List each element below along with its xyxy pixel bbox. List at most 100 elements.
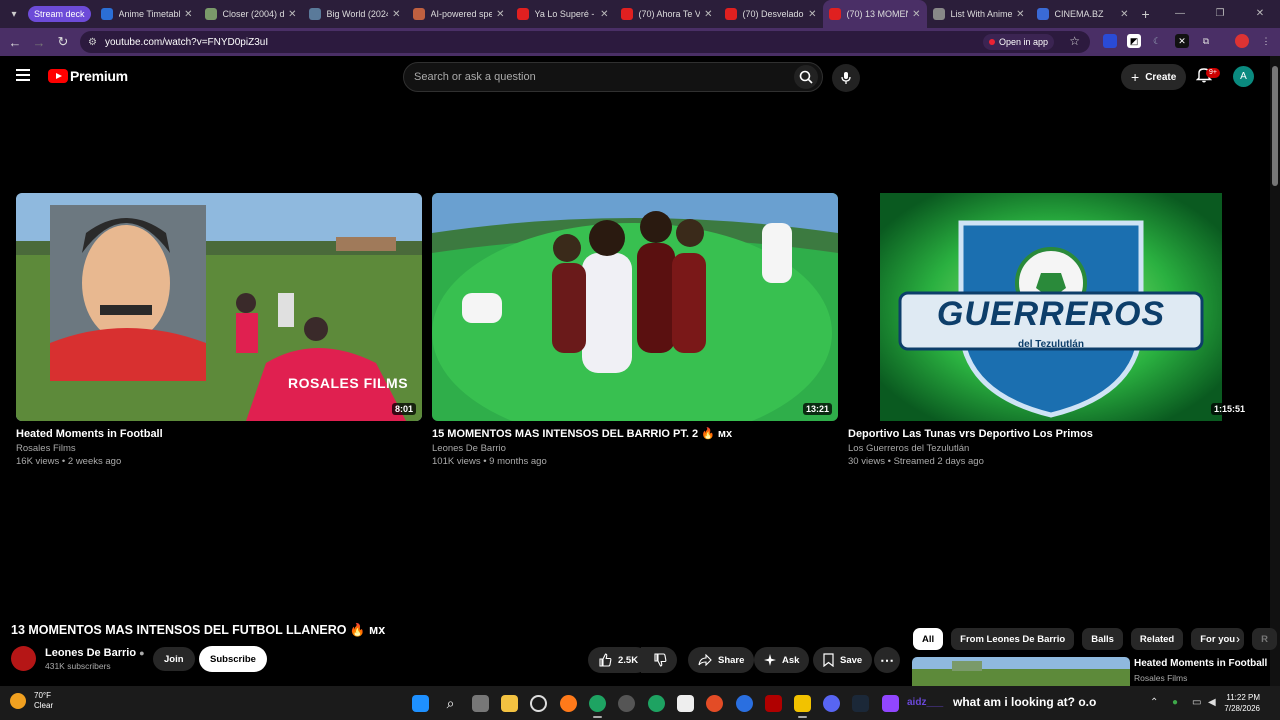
file-explorer-icon[interactable] bbox=[501, 695, 518, 712]
video-thumbnail[interactable]: ROSALES FILMS 8:01 bbox=[16, 193, 422, 421]
channel-avatar[interactable] bbox=[11, 646, 36, 671]
browser-tab[interactable]: (70) Ahora Te Va ✕ bbox=[615, 0, 719, 28]
save-button[interactable]: Save bbox=[813, 647, 873, 673]
settings-gear-icon[interactable] bbox=[530, 695, 547, 712]
browser-tab[interactable]: CINEMA.BZ ✕ bbox=[1031, 0, 1135, 28]
extension-icon-2[interactable]: ◩ bbox=[1127, 34, 1141, 48]
browser-tab[interactable]: Ya Lo Superé - A ✕ bbox=[511, 0, 615, 28]
page-scrollbar[interactable] bbox=[1270, 56, 1280, 686]
filter-chip[interactable]: Related bbox=[1130, 628, 1184, 650]
more-actions-icon[interactable]: ⋯ bbox=[874, 647, 900, 673]
chevron-right-icon[interactable]: › bbox=[1236, 632, 1240, 646]
extension-moon-icon[interactable]: ☾ bbox=[1150, 34, 1164, 48]
subscribe-button[interactable]: Subscribe bbox=[199, 646, 267, 672]
dislike-button[interactable] bbox=[641, 647, 677, 673]
site-info-icon[interactable]: ⚙ bbox=[88, 37, 97, 48]
adobe-icon[interactable] bbox=[765, 695, 782, 712]
search-taskbar-icon[interactable]: ⌕ bbox=[442, 695, 459, 712]
browser-tab[interactable]: Big World (2024 ✕ bbox=[303, 0, 407, 28]
browser-menu-icon[interactable]: ⋮ bbox=[1259, 34, 1273, 48]
account-avatar[interactable]: A bbox=[1233, 66, 1254, 87]
weather-widget[interactable]: 70°F Clear bbox=[10, 691, 53, 711]
video-channel[interactable]: Los Guerreros del Tezulutlán bbox=[848, 443, 1254, 454]
maximize-button[interactable]: ❐ bbox=[1200, 0, 1240, 28]
chrome-alt-icon[interactable] bbox=[648, 695, 665, 712]
search-icon[interactable] bbox=[794, 65, 818, 89]
minimize-button[interactable]: — bbox=[1160, 0, 1200, 28]
chrome-icon[interactable] bbox=[589, 695, 606, 718]
video-title[interactable]: Deportivo Las Tunas vrs Deportivo Los Pr… bbox=[848, 427, 1254, 441]
tab-close-icon[interactable]: ✕ bbox=[496, 9, 504, 20]
join-button[interactable]: Join bbox=[153, 647, 195, 671]
video-channel[interactable]: Rosales Films bbox=[16, 443, 422, 454]
discord-icon[interactable] bbox=[823, 695, 840, 712]
tab-close-icon[interactable]: ✕ bbox=[392, 9, 400, 20]
tab-close-icon[interactable]: ✕ bbox=[704, 9, 712, 20]
twitch-icon[interactable] bbox=[882, 695, 899, 712]
profile-icon[interactable] bbox=[1235, 34, 1249, 48]
task-view-icon[interactable] bbox=[472, 695, 489, 712]
taskbar-clock[interactable]: 11:22 PM 7/28/2026 bbox=[1224, 692, 1260, 714]
microphone-icon[interactable] bbox=[832, 64, 860, 92]
bookmark-star-icon[interactable]: ☆ bbox=[1069, 34, 1080, 48]
voice-app-icon[interactable] bbox=[736, 695, 753, 712]
extension-icon-1[interactable] bbox=[1103, 34, 1117, 48]
browser-tab[interactable]: List With Anime ✕ bbox=[927, 0, 1031, 28]
tab-close-icon[interactable]: ✕ bbox=[600, 9, 608, 20]
video-thumbnail[interactable]: 13:21 bbox=[432, 193, 838, 421]
browser-tab[interactable]: Anime Timetable ✕ bbox=[95, 0, 199, 28]
browser-tab[interactable]: (70) Desvelado ✕ bbox=[719, 0, 823, 28]
tab-close-icon[interactable]: ✕ bbox=[1120, 9, 1128, 20]
address-bar[interactable]: ⚙ youtube.com/watch?v=FNYD0piZ3uI Open i… bbox=[80, 31, 1090, 53]
tab-search-button[interactable]: ▾ bbox=[0, 0, 28, 28]
notepad-icon[interactable] bbox=[677, 695, 694, 712]
related-video-channel[interactable]: Rosales Films bbox=[1134, 673, 1187, 683]
tab-close-icon[interactable]: ✕ bbox=[1016, 9, 1024, 20]
video-card[interactable]: ROSALES FILMS 8:01 Heated Moments in Foo… bbox=[16, 193, 422, 467]
filter-chip[interactable]: From Leones De Barrio bbox=[951, 628, 1075, 650]
related-video-thumbnail[interactable] bbox=[912, 657, 1130, 687]
browser-tab[interactable]: (70) 13 MOMEN ✕ bbox=[822, 0, 927, 28]
filter-chip[interactable]: R bbox=[1252, 628, 1277, 650]
tab-close-icon[interactable]: ✕ bbox=[288, 9, 296, 20]
steam-icon[interactable] bbox=[852, 695, 869, 712]
windows-start-icon[interactable] bbox=[412, 695, 429, 712]
video-card[interactable]: 13:21 15 MOMENTOS MAS INTENSOS DEL BARRI… bbox=[432, 193, 838, 467]
channel-name[interactable]: Leones De Barrio ● bbox=[45, 647, 145, 659]
browser-tab[interactable]: Closer (2004) d ✕ bbox=[199, 0, 303, 28]
share-button[interactable]: Share bbox=[688, 647, 755, 673]
search-input[interactable]: Search or ask a question bbox=[403, 62, 823, 92]
sticky-notes-icon[interactable] bbox=[794, 695, 811, 718]
tray-volume-icon[interactable]: ◀ bbox=[1208, 697, 1216, 708]
google-icon[interactable] bbox=[706, 695, 723, 712]
youtube-logo[interactable]: Premium bbox=[48, 68, 128, 84]
tab-close-icon[interactable]: ✕ bbox=[808, 9, 816, 20]
filter-chip[interactable]: All bbox=[913, 628, 944, 650]
video-card[interactable]: GUERREROS del Tezulutlán 1:15:51 Deporti… bbox=[848, 193, 1254, 467]
back-icon[interactable]: ← bbox=[3, 35, 27, 50]
extensions-puzzle-icon[interactable]: ⧉ bbox=[1199, 34, 1213, 48]
extension-x-icon[interactable]: ✕ bbox=[1175, 34, 1189, 48]
close-window-button[interactable]: ✕ bbox=[1240, 0, 1280, 28]
open-in-app-button[interactable]: Open in app bbox=[982, 34, 1054, 50]
video-title[interactable]: Heated Moments in Football bbox=[16, 427, 422, 441]
firefox-icon[interactable] bbox=[560, 695, 577, 712]
browser-tab[interactable]: AI-powered spe ✕ bbox=[407, 0, 511, 28]
create-button[interactable]: + Create bbox=[1121, 64, 1187, 90]
related-video-title[interactable]: Heated Moments in Football bbox=[1134, 658, 1267, 669]
ask-button[interactable]: Ask bbox=[754, 647, 810, 673]
filter-chip[interactable]: Balls bbox=[1082, 628, 1123, 650]
tab-close-icon[interactable]: ✕ bbox=[912, 9, 920, 20]
tray-display-icon[interactable]: ▭ bbox=[1192, 697, 1201, 708]
like-button[interactable]: 2.5K bbox=[588, 647, 650, 673]
tray-mic-icon[interactable]: ● bbox=[1172, 697, 1178, 708]
video-channel[interactable]: Leones De Barrio bbox=[432, 443, 838, 454]
reload-icon[interactable]: ↻ bbox=[51, 34, 75, 50]
tray-chevron-icon[interactable]: ⌃ bbox=[1150, 697, 1158, 708]
tab-close-icon[interactable]: ✕ bbox=[184, 9, 192, 20]
forward-icon[interactable]: → bbox=[27, 35, 51, 50]
new-tab-button[interactable]: + bbox=[1135, 6, 1157, 22]
scrollbar-thumb[interactable] bbox=[1272, 66, 1278, 186]
video-thumbnail[interactable]: GUERREROS del Tezulutlán 1:15:51 bbox=[848, 193, 1254, 421]
tab-group-chip[interactable]: Stream deck bbox=[28, 6, 91, 22]
